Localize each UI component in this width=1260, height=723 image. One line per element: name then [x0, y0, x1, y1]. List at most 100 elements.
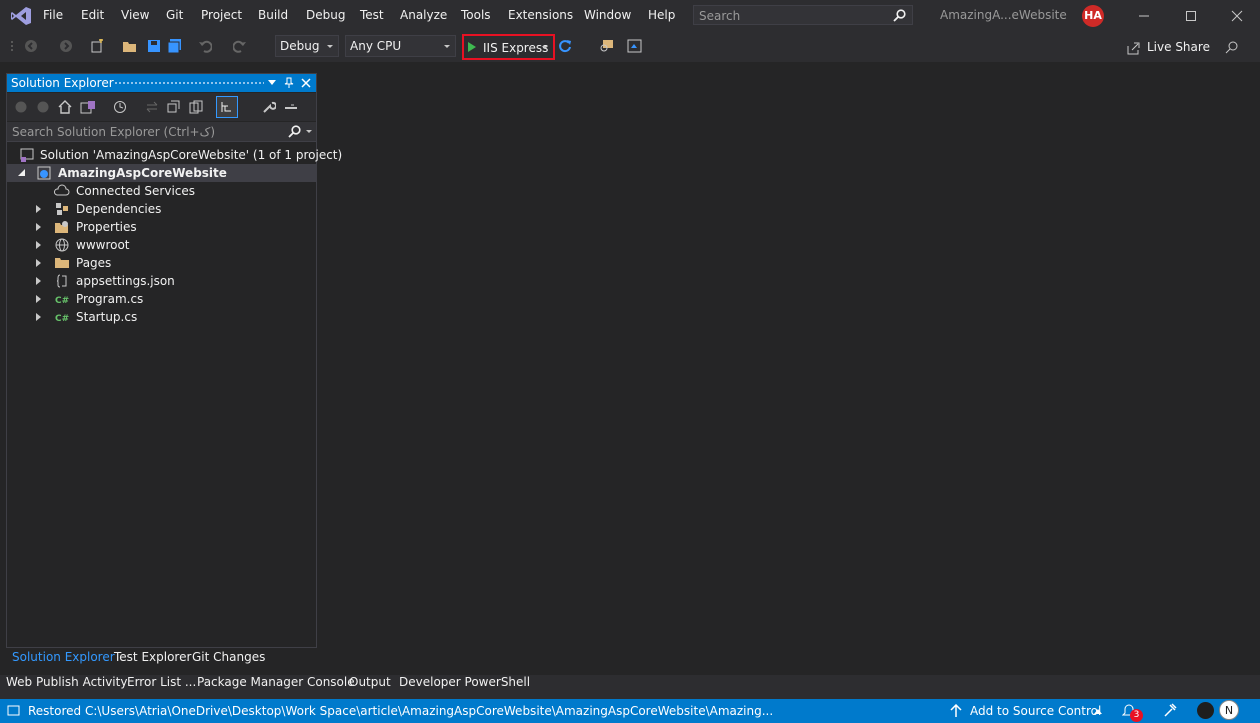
- tree-item-solution[interactable]: Solution 'AmazingAspCoreWebsite' (1 of 1…: [7, 146, 342, 164]
- menu-test[interactable]: Test: [360, 8, 384, 22]
- find-in-files-icon[interactable]: [599, 39, 615, 53]
- sync-with-document-icon[interactable]: [145, 100, 159, 114]
- open-folder-icon[interactable]: [122, 39, 138, 53]
- menu-file[interactable]: File: [43, 8, 63, 22]
- collapsed-arrow-icon[interactable]: [36, 223, 41, 231]
- minimize-icon[interactable]: [1136, 8, 1152, 24]
- save-icon[interactable]: [147, 39, 161, 53]
- solution-explorer-title: Solution Explorer: [11, 76, 114, 90]
- menu-git[interactable]: Git: [166, 8, 183, 22]
- tab-output[interactable]: Output: [349, 675, 391, 689]
- browser-link-icon[interactable]: [627, 39, 643, 53]
- chevron-down-icon[interactable]: [306, 130, 312, 134]
- tree-item-wwwroot[interactable]: wwwroot: [7, 236, 316, 254]
- collapsed-arrow-icon[interactable]: [36, 259, 41, 267]
- collapsed-arrow-icon[interactable]: [36, 241, 41, 249]
- tree-item-pages[interactable]: Pages: [7, 254, 316, 272]
- collapsed-arrow-icon[interactable]: [36, 313, 41, 321]
- properties-wrench-icon[interactable]: [262, 100, 276, 114]
- platform-value: Any CPU: [350, 39, 402, 53]
- search-icon: [893, 9, 906, 22]
- tab-web-publish-activity[interactable]: Web Publish Activity: [6, 675, 127, 689]
- home-icon[interactable]: [58, 100, 72, 114]
- tree-item-dependencies[interactable]: Dependencies: [7, 200, 316, 218]
- menu-extensions[interactable]: Extensions: [508, 8, 573, 22]
- collapsed-arrow-icon[interactable]: [36, 295, 41, 303]
- menu-tools[interactable]: Tools: [461, 8, 491, 22]
- platform-dropdown[interactable]: Any CPU: [345, 35, 456, 57]
- refresh-icon[interactable]: [558, 39, 572, 53]
- collapsed-arrow-icon[interactable]: [36, 277, 41, 285]
- navigate-forward-icon[interactable]: [59, 39, 73, 53]
- editor-area: [318, 63, 1260, 675]
- window-title: AmazingA...eWebsite: [940, 8, 1067, 22]
- message-icon: [7, 705, 20, 716]
- menu-analyze[interactable]: Analyze: [400, 8, 447, 22]
- run-target-label: IIS Express: [483, 41, 549, 55]
- folder-icon: [55, 258, 69, 268]
- tab-package-manager-console[interactable]: Package Manager Console: [197, 675, 355, 689]
- pin-icon[interactable]: [284, 77, 294, 89]
- start-debugging-button[interactable]: IIS Express: [462, 34, 555, 60]
- tab-error-list[interactable]: Error List ...: [127, 675, 196, 689]
- tab-solution-explorer[interactable]: Solution Explorer: [12, 650, 115, 664]
- chevron-down-icon: [542, 46, 548, 49]
- properties-icon: [55, 221, 68, 233]
- tab-git-changes[interactable]: Git Changes: [192, 650, 265, 664]
- pin-tool-icon[interactable]: [284, 100, 298, 114]
- forward-icon[interactable]: [37, 101, 49, 113]
- tab-developer-powershell[interactable]: Developer PowerShell: [399, 675, 530, 689]
- connected-services-icon: [54, 184, 70, 196]
- close-icon[interactable]: [1229, 8, 1245, 24]
- svg-text:C#: C#: [55, 296, 69, 306]
- tree-item-properties[interactable]: Properties: [7, 218, 316, 236]
- live-share-icon: [1127, 42, 1140, 55]
- menu-view[interactable]: View: [121, 8, 149, 22]
- avatar[interactable]: HA: [1082, 5, 1104, 27]
- feedback-hammer-icon[interactable]: [1163, 703, 1177, 717]
- menu-build[interactable]: Build: [258, 8, 288, 22]
- search-input[interactable]: Search: [693, 5, 913, 25]
- menu-debug[interactable]: Debug: [306, 8, 345, 22]
- tree-item-label: Pages: [76, 256, 112, 270]
- status-message: Restored C:\Users\Atria\OneDrive\Desktop…: [28, 704, 774, 718]
- solution-explorer-titlebar[interactable]: Solution Explorer: [7, 74, 316, 92]
- switch-views-icon[interactable]: [80, 100, 96, 114]
- chevron-down-icon[interactable]: [268, 80, 276, 86]
- live-share-button[interactable]: Live Share: [1147, 40, 1210, 54]
- solution-explorer-search-placeholder: Search Solution Explorer (Ctrl+ک): [12, 125, 216, 139]
- tree-item-connected-services[interactable]: Connected Services: [7, 182, 316, 200]
- collapsed-arrow-icon[interactable]: [36, 205, 41, 213]
- menu-help[interactable]: Help: [648, 8, 675, 22]
- expanded-arrow-icon[interactable]: [18, 169, 26, 177]
- preview-selected-items-toggle[interactable]: [216, 96, 238, 118]
- tree-item-project[interactable]: AmazingAspCoreWebsite: [7, 164, 316, 182]
- tree-item-program-cs[interactable]: C# Program.cs: [7, 290, 316, 308]
- svg-text:C#: C#: [55, 314, 69, 324]
- chevron-up-icon: [1094, 709, 1102, 714]
- undo-icon[interactable]: [198, 39, 212, 53]
- menu-window[interactable]: Window: [584, 8, 631, 22]
- menu-edit[interactable]: Edit: [81, 8, 104, 22]
- search-icon: [288, 125, 301, 138]
- back-icon[interactable]: [15, 101, 27, 113]
- tab-test-explorer[interactable]: Test Explorer: [114, 650, 191, 664]
- tree-item-startup-cs[interactable]: C# Startup.cs: [7, 308, 316, 326]
- tree-item-appsettings[interactable]: appsettings.json: [7, 272, 316, 290]
- solution-explorer-search-input[interactable]: Search Solution Explorer (Ctrl+ک): [7, 122, 316, 142]
- collapse-all-icon[interactable]: [167, 100, 181, 114]
- pending-changes-filter-icon[interactable]: [113, 100, 127, 114]
- account-avatar[interactable]: N: [1219, 700, 1239, 720]
- new-project-icon[interactable]: [90, 39, 104, 53]
- configuration-dropdown[interactable]: Debug: [275, 35, 339, 57]
- maximize-icon[interactable]: [1183, 8, 1199, 24]
- redo-icon[interactable]: [233, 39, 247, 53]
- close-icon[interactable]: [301, 78, 311, 88]
- toolbar: Debug Any CPU IIS Express Live Share: [0, 32, 1260, 62]
- navigate-back-icon[interactable]: [24, 39, 38, 53]
- menu-project[interactable]: Project: [201, 8, 242, 22]
- show-all-files-icon[interactable]: [189, 100, 203, 114]
- save-all-icon[interactable]: [167, 39, 183, 53]
- add-to-source-control-button[interactable]: Add to Source Control: [970, 704, 1101, 718]
- feedback-icon[interactable]: [1225, 40, 1239, 54]
